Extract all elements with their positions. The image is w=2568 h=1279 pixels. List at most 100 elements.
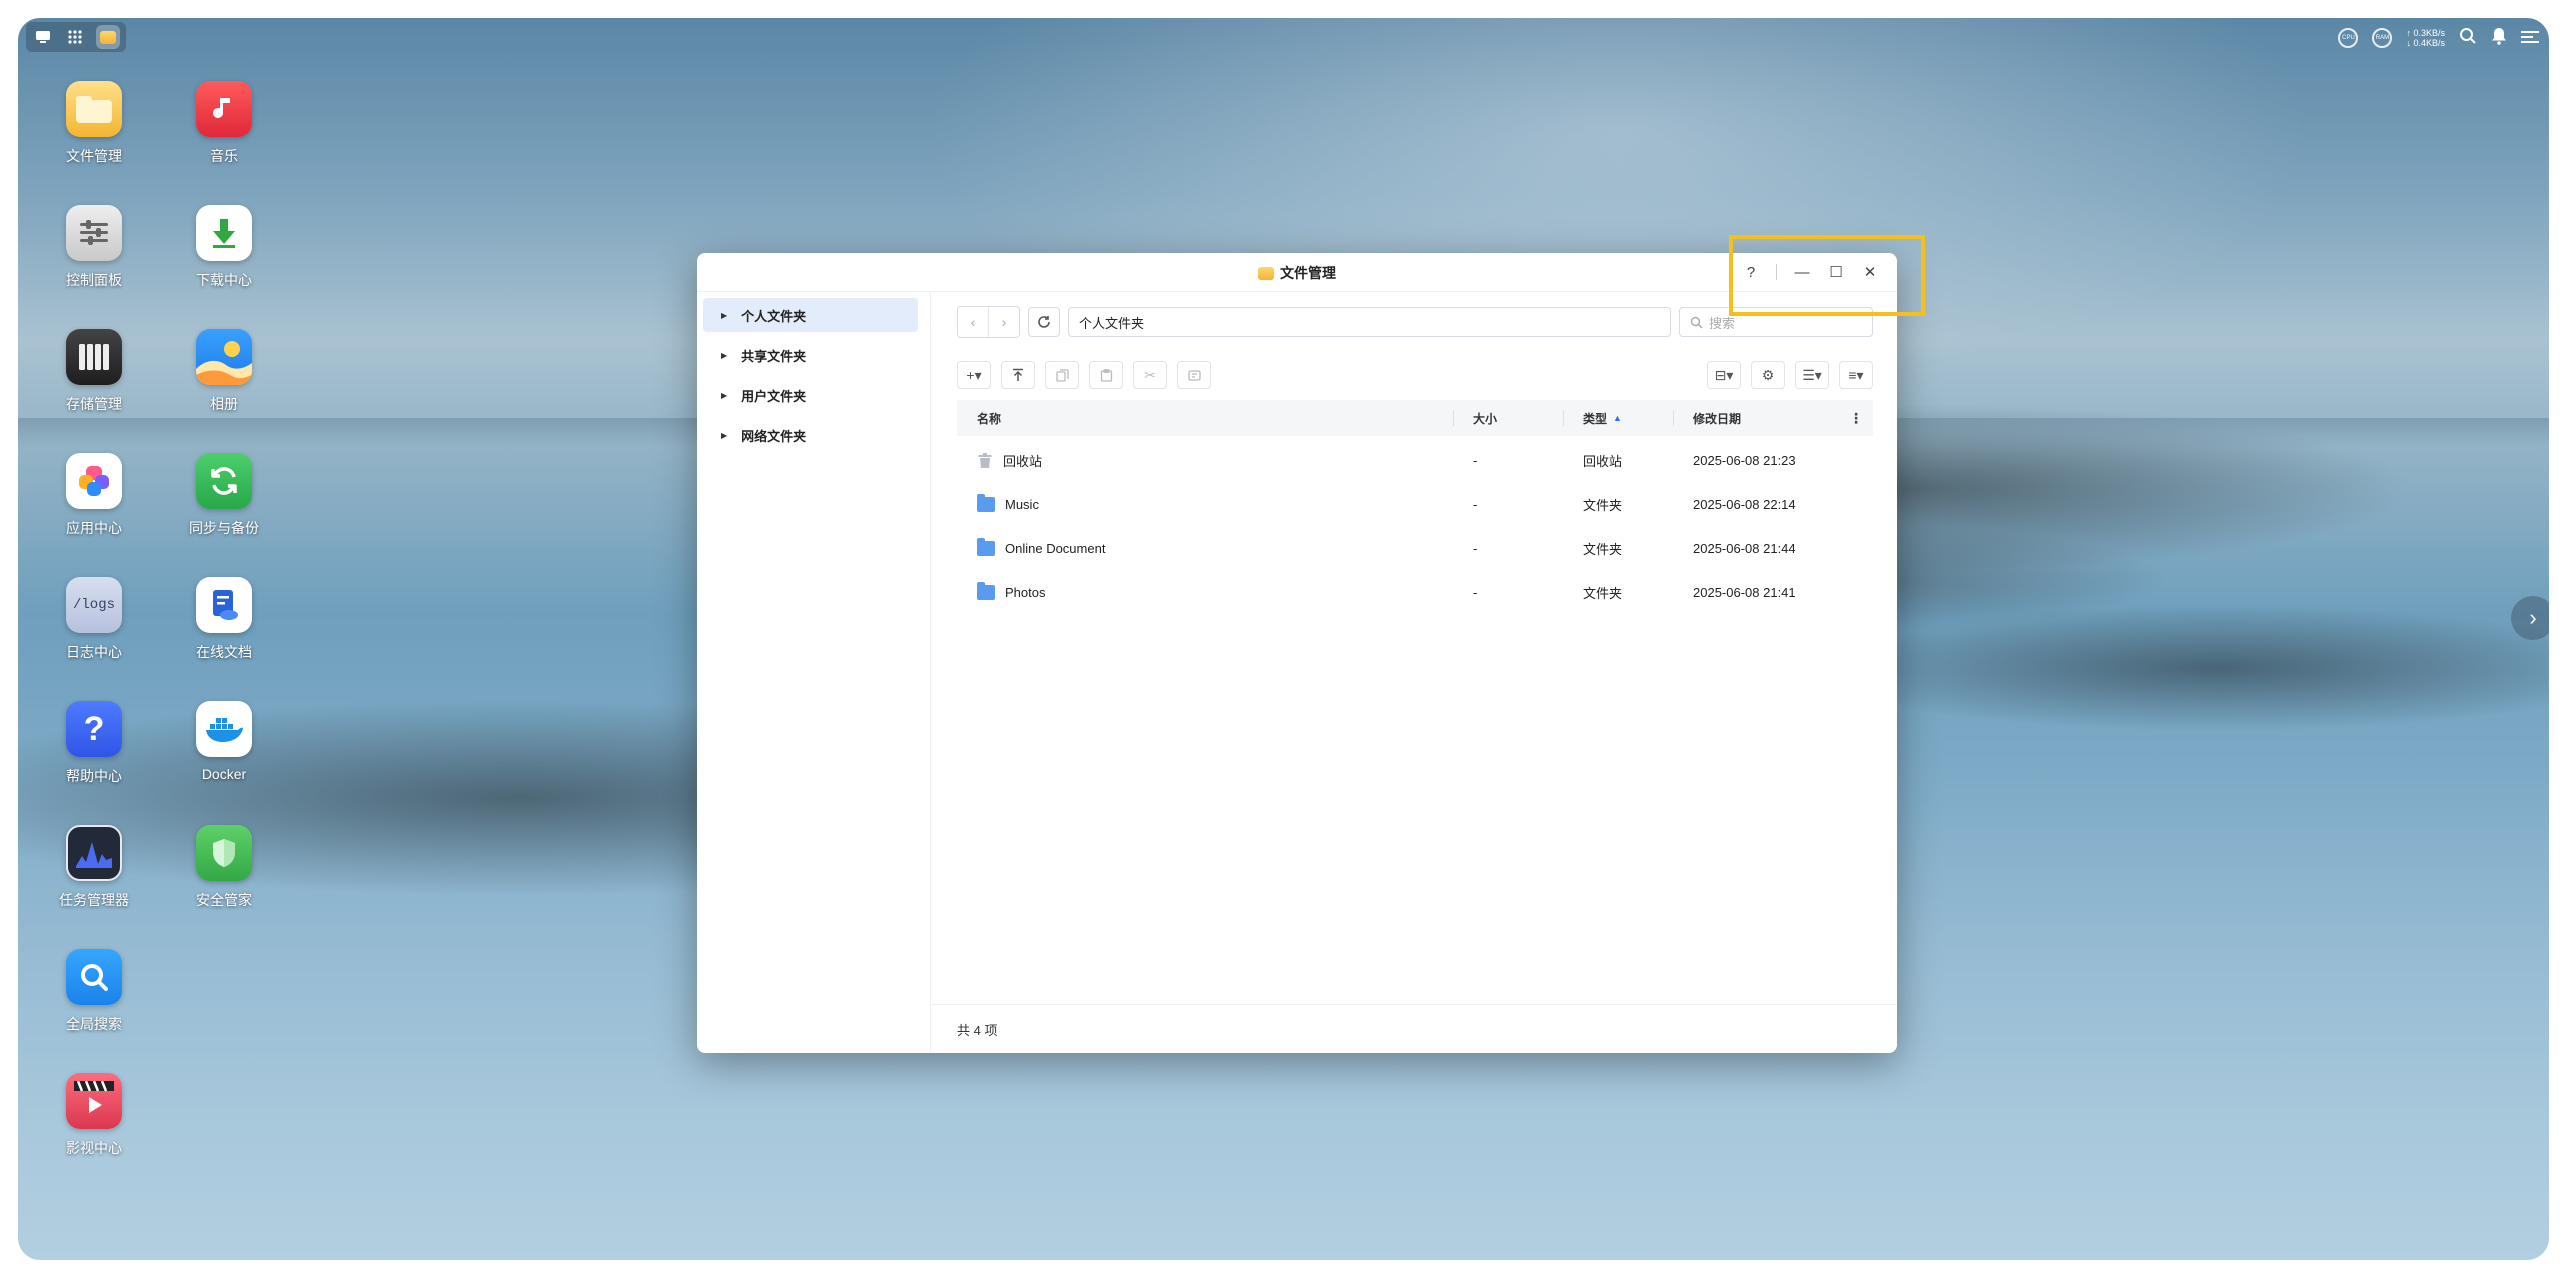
expand-arrow-icon[interactable]: ▶ <box>721 311 727 320</box>
app-grid-icon[interactable] <box>64 26 86 48</box>
desktop-icon-label: 控制面板 <box>66 272 122 288</box>
cut-icon[interactable]: ✂ <box>1133 361 1167 389</box>
control-panel-icon <box>66 205 122 261</box>
file-list: 回收站 - 回收站 2025-06-08 21:23 Music - 文件夹 2… <box>957 438 1873 614</box>
file-manager-window: 文件管理 ? — ☐ ✕ ▶ 个人文件夹 ▶ 共享文件夹 ▶ 用户文件夹 ▶ 网… <box>697 253 1897 1053</box>
window-title-text: 文件管理 <box>1280 265 1336 281</box>
sidebar-item-shared-folder[interactable]: ▶ 共享文件夹 <box>703 338 918 372</box>
storage-filter-icon[interactable]: ⊟▾ <box>1707 361 1741 389</box>
sidebar-item-label: 网络文件夹 <box>741 428 807 444</box>
notification-bell-icon[interactable] <box>2491 27 2507 50</box>
desktop-icon-photos[interactable]: 相册 <box>164 329 284 414</box>
expand-arrow-icon[interactable]: ▶ <box>721 351 727 360</box>
expand-arrow-icon[interactable]: ▶ <box>721 431 727 440</box>
desktop-icon-label: 同步与备份 <box>189 520 259 536</box>
cell-name: Music <box>957 493 1453 512</box>
file-name: Music <box>1005 496 1039 512</box>
desktop-icon-music[interactable]: 音乐 <box>164 81 284 166</box>
network-download: ↓ 0.4KB/s <box>2406 38 2445 48</box>
desktop-icon-label: 帮助中心 <box>66 768 122 784</box>
desktop-icon-help-center[interactable]: ? 帮助中心 <box>34 701 154 786</box>
cell-type: 文件夹 <box>1583 541 1623 557</box>
task-manager-icon <box>66 825 122 881</box>
settings-gear-icon[interactable]: ⚙ <box>1751 361 1785 389</box>
upload-icon[interactable] <box>1001 361 1035 389</box>
desktop-icon-label: 任务管理器 <box>59 892 129 908</box>
file-name: Online Document <box>1005 540 1106 556</box>
column-header-type[interactable]: 类型 ▲ <box>1563 400 1673 436</box>
sort-ascending-icon: ▲ <box>1613 413 1622 423</box>
expand-arrow-icon[interactable]: ▶ <box>721 391 727 400</box>
more-options-icon[interactable]: ⋮ <box>1849 410 1863 427</box>
back-arrow-icon[interactable]: ‹ <box>958 307 988 337</box>
column-label: 大小 <box>1473 411 1498 426</box>
video-center-icon <box>66 1073 122 1129</box>
desktop-icon-label: 日志中心 <box>66 644 122 660</box>
show-desktop-icon[interactable] <box>32 26 54 48</box>
desktop-icon-sync-backup[interactable]: 同步与备份 <box>164 453 284 538</box>
cell-type: 回收站 <box>1583 453 1623 469</box>
desktop-icon-security[interactable]: 安全管家 <box>164 825 284 910</box>
sync-backup-icon <box>196 453 252 509</box>
path-input[interactable]: 个人文件夹 <box>1068 307 1671 337</box>
online-docs-icon <box>196 577 252 633</box>
copy-icon[interactable] <box>1045 361 1079 389</box>
column-header-date[interactable]: 修改日期 <box>1673 400 1873 436</box>
network-speed[interactable]: ↑ 0.3KB/s ↓ 0.4KB/s <box>2406 28 2445 48</box>
search-icon[interactable] <box>2459 27 2477 50</box>
desktop-icon-app-center[interactable]: 应用中心 <box>34 453 154 538</box>
log-center-icon: /logs <box>66 577 122 633</box>
sidebar-item-label: 个人文件夹 <box>741 308 807 324</box>
sidebar-item-network-folder[interactable]: ▶ 网络文件夹 <box>703 418 918 452</box>
table-header: 名称 大小 类型 ▲ 修改日期 ⋮ <box>957 400 1873 436</box>
column-label: 类型 <box>1583 411 1608 426</box>
sort-options-icon[interactable]: ≡▾ <box>1839 361 1873 389</box>
sidebar: ▶ 个人文件夹 ▶ 共享文件夹 ▶ 用户文件夹 ▶ 网络文件夹 <box>697 292 931 1053</box>
column-header-size[interactable]: 大小 <box>1453 400 1563 436</box>
paste-icon[interactable] <box>1089 361 1123 389</box>
refresh-icon[interactable] <box>1028 307 1060 337</box>
desktop-icon-online-docs[interactable]: 在线文档 <box>164 577 284 662</box>
desktop-icon-task-manager[interactable]: 任务管理器 <box>34 825 154 910</box>
desktop-icon-label: 存储管理 <box>66 396 122 412</box>
create-plus-icon[interactable]: +▾ <box>957 361 991 389</box>
global-search-icon <box>66 949 122 1005</box>
desktop-icon-control-panel[interactable]: 控制面板 <box>34 205 154 290</box>
music-folder-icon <box>977 493 995 512</box>
ram-gauge-icon[interactable]: RAM <box>2372 28 2393 48</box>
sidebar-item-personal-folder[interactable]: ▶ 个人文件夹 <box>703 298 918 332</box>
cpu-gauge-icon[interactable]: CPU <box>2338 28 2359 48</box>
view-mode-icon[interactable]: ☰▾ <box>1795 361 1829 389</box>
next-page-arrow-icon[interactable]: › <box>2511 596 2549 640</box>
docker-icon <box>196 701 252 757</box>
download-center-icon <box>196 205 252 261</box>
desktop-icon-label: 全局搜索 <box>66 1016 122 1032</box>
window-titlebar[interactable]: 文件管理 ? — ☐ ✕ <box>697 253 1897 292</box>
cell-type: 文件夹 <box>1583 497 1623 513</box>
table-row[interactable]: Music - 文件夹 2025-06-08 22:14 <box>957 482 1873 526</box>
window-controls-highlight <box>1729 235 1925 316</box>
widgets-menu-icon[interactable] <box>2521 28 2539 49</box>
table-row[interactable]: 回收站 - 回收站 2025-06-08 21:23 <box>957 438 1873 482</box>
main-panel: ‹ › 个人文件夹 搜索 +▾ ✂ ⊟▾ ⚙ ☰▾ ≡▾ 名称 大小 类型 ▲ … <box>931 292 1897 1053</box>
desktop-icon-log-center[interactable]: /logs 日志中心 <box>34 577 154 662</box>
sidebar-item-user-folder[interactable]: ▶ 用户文件夹 <box>703 378 918 412</box>
rename-icon[interactable] <box>1177 361 1211 389</box>
sidebar-item-label: 用户文件夹 <box>741 388 807 404</box>
desktop-icon-file-manager[interactable]: 文件管理 <box>34 81 154 166</box>
desktop-icon-storage-manager[interactable]: 存储管理 <box>34 329 154 414</box>
desktop-icon-docker[interactable]: Docker <box>164 701 284 782</box>
forward-arrow-icon[interactable]: › <box>988 307 1019 337</box>
desktop-icon-download-center[interactable]: 下载中心 <box>164 205 284 290</box>
desktop-icon-video-center[interactable]: 影视中心 <box>34 1073 154 1158</box>
table-row[interactable]: Photos - 文件夹 2025-06-08 21:41 <box>957 570 1873 614</box>
desktop-icon-label: 下载中心 <box>196 272 252 288</box>
column-header-name[interactable]: 名称 <box>957 400 1453 436</box>
cell-date: 2025-06-08 22:14 <box>1693 496 1796 512</box>
network-upload: ↑ 0.3KB/s <box>2406 28 2445 38</box>
table-row[interactable]: Online Document - 文件夹 2025-06-08 21:44 <box>957 526 1873 570</box>
desktop-icon-global-search[interactable]: 全局搜索 <box>34 949 154 1034</box>
taskbar-file-manager-icon[interactable] <box>96 25 120 49</box>
folder-icon <box>977 537 995 556</box>
top-bar: CPU RAM ↑ 0.3KB/s ↓ 0.4KB/s <box>18 18 2549 58</box>
